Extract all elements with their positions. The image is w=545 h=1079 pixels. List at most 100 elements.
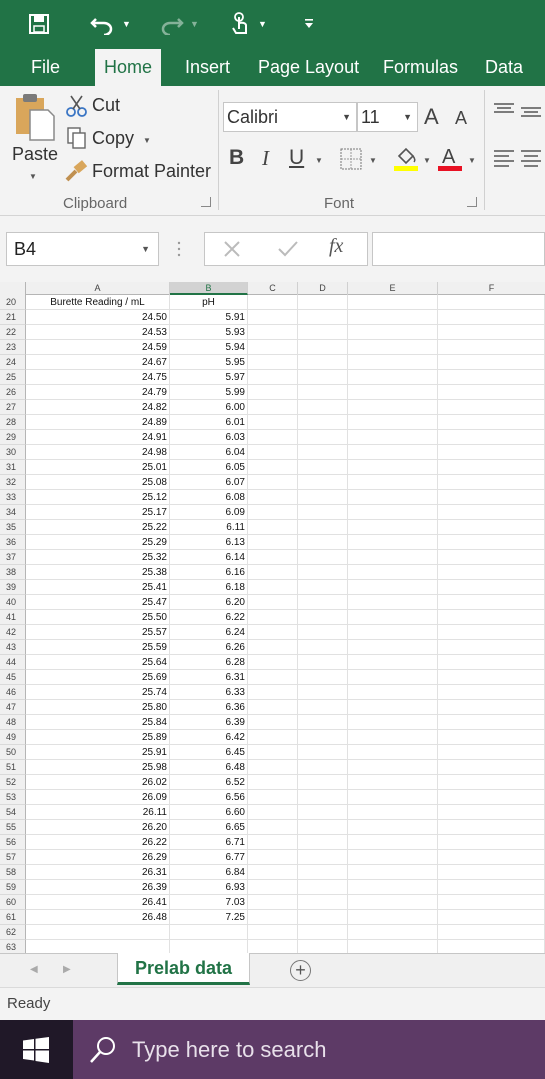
- cell-f[interactable]: [438, 685, 545, 700]
- cell-c[interactable]: [248, 535, 298, 550]
- cell-d[interactable]: [298, 865, 348, 880]
- row-header[interactable]: 53: [0, 790, 26, 805]
- row-header[interactable]: 24: [0, 355, 26, 370]
- name-box[interactable]: B4 ▼: [6, 232, 159, 266]
- cell-f[interactable]: [438, 340, 545, 355]
- cell-d[interactable]: [298, 430, 348, 445]
- cell-e[interactable]: [348, 445, 438, 460]
- cell-a[interactable]: 25.74: [26, 685, 170, 700]
- cell-b[interactable]: 6.28: [170, 655, 248, 670]
- cell-d[interactable]: [298, 820, 348, 835]
- cell-f[interactable]: [438, 790, 545, 805]
- cell-b[interactable]: 6.26: [170, 640, 248, 655]
- cell-f[interactable]: [438, 595, 545, 610]
- cell-b[interactable]: 6.42: [170, 730, 248, 745]
- cell-a[interactable]: 24.98: [26, 445, 170, 460]
- cell-c[interactable]: [248, 475, 298, 490]
- row-header[interactable]: 39: [0, 580, 26, 595]
- cell-e[interactable]: [348, 325, 438, 340]
- cell-a[interactable]: 24.67: [26, 355, 170, 370]
- cell-d[interactable]: [298, 790, 348, 805]
- cell-e[interactable]: [348, 895, 438, 910]
- cell-f[interactable]: [438, 670, 545, 685]
- shrink-font-button[interactable]: A: [455, 108, 467, 129]
- cell-a[interactable]: 26.29: [26, 850, 170, 865]
- cell-d[interactable]: [298, 595, 348, 610]
- cell-a[interactable]: 26.02: [26, 775, 170, 790]
- cell-e[interactable]: [348, 910, 438, 925]
- cell-c[interactable]: [248, 910, 298, 925]
- cell-f[interactable]: [438, 400, 545, 415]
- cell-a[interactable]: 25.89: [26, 730, 170, 745]
- cell-c[interactable]: [248, 775, 298, 790]
- cell-c[interactable]: [248, 505, 298, 520]
- cell-f[interactable]: [438, 490, 545, 505]
- cell-a[interactable]: 24.79: [26, 385, 170, 400]
- row-header[interactable]: 46: [0, 685, 26, 700]
- cell-d[interactable]: [298, 805, 348, 820]
- cell-f[interactable]: [438, 925, 545, 940]
- cell-c[interactable]: [248, 805, 298, 820]
- cell-b[interactable]: 6.77: [170, 850, 248, 865]
- cell-a[interactable]: 25.91: [26, 745, 170, 760]
- cell-a[interactable]: [26, 925, 170, 940]
- cell-f[interactable]: [438, 430, 545, 445]
- cell-e[interactable]: [348, 505, 438, 520]
- cell-d[interactable]: [298, 775, 348, 790]
- cell-d[interactable]: [298, 580, 348, 595]
- cell-a[interactable]: 26.31: [26, 865, 170, 880]
- cell-c[interactable]: [248, 415, 298, 430]
- cell-c[interactable]: [248, 940, 298, 953]
- cell-a[interactable]: 25.41: [26, 580, 170, 595]
- cell-d[interactable]: [298, 475, 348, 490]
- cell-a[interactable]: 25.12: [26, 490, 170, 505]
- tab-page-layout[interactable]: Page Layout: [258, 48, 359, 86]
- cell-a[interactable]: 26.20: [26, 820, 170, 835]
- cell-a[interactable]: 25.84: [26, 715, 170, 730]
- cell-e[interactable]: [348, 415, 438, 430]
- row-header[interactable]: 38: [0, 565, 26, 580]
- cell-e[interactable]: [348, 535, 438, 550]
- cell-c[interactable]: [248, 850, 298, 865]
- cell-d[interactable]: [298, 925, 348, 940]
- underline-button[interactable]: U: [289, 146, 304, 170]
- cell-c[interactable]: [248, 445, 298, 460]
- italic-button[interactable]: I: [262, 146, 269, 171]
- bold-button[interactable]: B: [229, 146, 244, 170]
- cell-b[interactable]: 5.93: [170, 325, 248, 340]
- cell-e[interactable]: [348, 385, 438, 400]
- cell-f[interactable]: [438, 370, 545, 385]
- cell-f[interactable]: [438, 700, 545, 715]
- select-all-corner[interactable]: [0, 282, 26, 295]
- cell-b[interactable]: 7.25: [170, 910, 248, 925]
- cell-d[interactable]: [298, 355, 348, 370]
- row-header[interactable]: 59: [0, 880, 26, 895]
- cell-d[interactable]: [298, 685, 348, 700]
- cell-b[interactable]: 6.22: [170, 610, 248, 625]
- cell-a[interactable]: 25.32: [26, 550, 170, 565]
- cell-a[interactable]: 26.48: [26, 910, 170, 925]
- row-header[interactable]: 29: [0, 430, 26, 445]
- sheet-tab-prelab-data[interactable]: Prelab data: [117, 953, 250, 985]
- cell-c[interactable]: [248, 520, 298, 535]
- cell-f[interactable]: [438, 730, 545, 745]
- row-header[interactable]: 50: [0, 745, 26, 760]
- formula-input[interactable]: [372, 232, 545, 266]
- cell-a[interactable]: 24.82: [26, 400, 170, 415]
- cell-c[interactable]: [248, 895, 298, 910]
- cell-b[interactable]: 6.18: [170, 580, 248, 595]
- align-center-icon[interactable]: [520, 148, 542, 175]
- cell-e[interactable]: [348, 355, 438, 370]
- chevron-down-icon[interactable]: ▼: [122, 19, 131, 29]
- cell-d[interactable]: [298, 340, 348, 355]
- column-header-d[interactable]: D: [298, 282, 348, 295]
- cell-b[interactable]: 6.36: [170, 700, 248, 715]
- cell-e[interactable]: [348, 850, 438, 865]
- cell-f[interactable]: [438, 880, 545, 895]
- cell-e[interactable]: [348, 370, 438, 385]
- cell-d[interactable]: [298, 715, 348, 730]
- row-header[interactable]: 26: [0, 385, 26, 400]
- enter-check-icon[interactable]: [277, 239, 299, 264]
- row-header[interactable]: 62: [0, 925, 26, 940]
- cell-a[interactable]: 24.53: [26, 325, 170, 340]
